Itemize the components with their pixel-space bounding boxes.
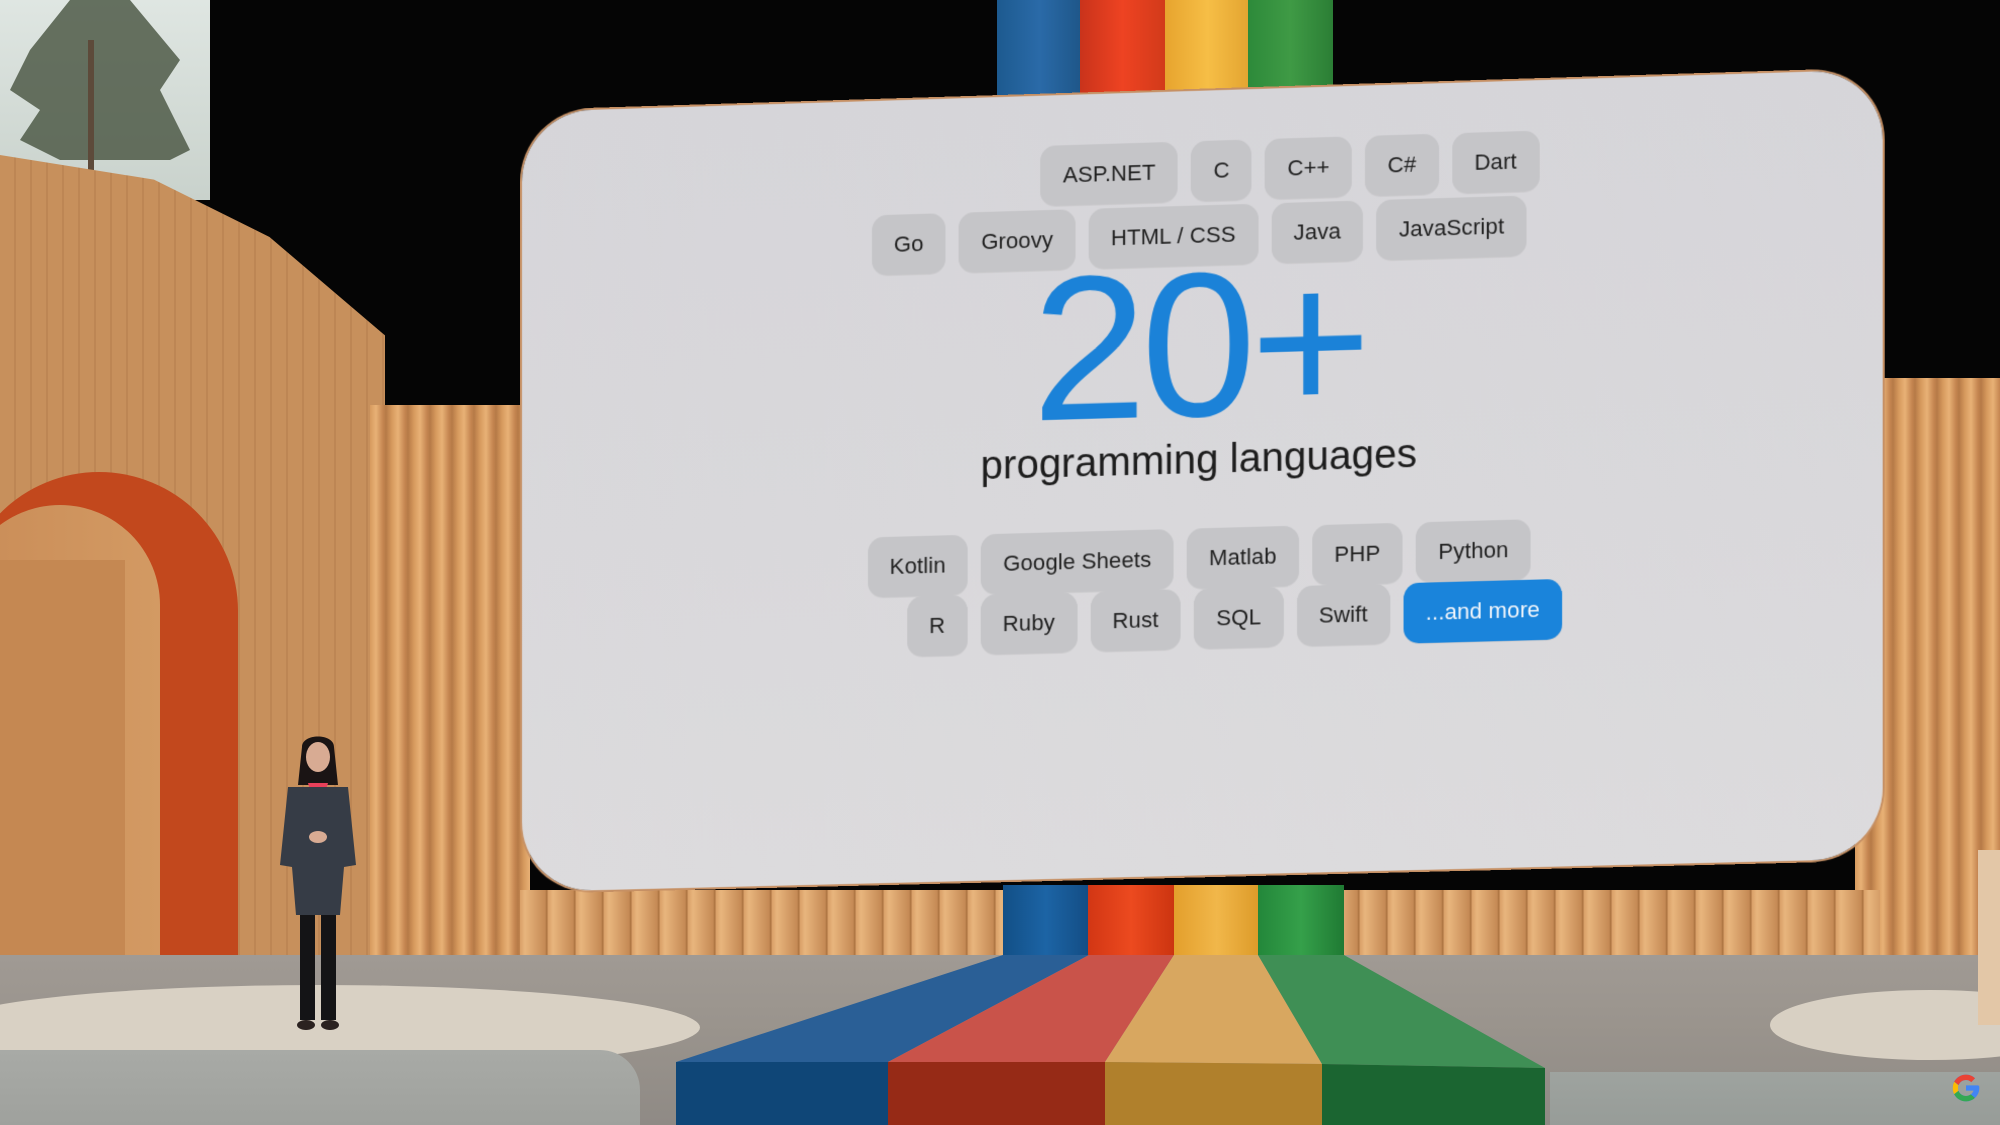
presentation-screen: ASP.NET C C++ C# Dart Go Groovy HTML / C… [522, 69, 1883, 892]
language-chip: Ruby [980, 591, 1078, 655]
language-chip: PHP [1311, 522, 1403, 586]
language-chip: Kotlin [867, 534, 968, 598]
stage-platform-left [0, 1050, 640, 1125]
language-chip: Rust [1090, 589, 1181, 652]
stage-platform-right [1550, 1072, 2000, 1125]
google-g-icon [1952, 1074, 1980, 1102]
pillar-base-red [1088, 885, 1174, 955]
language-chip: Google Sheets [980, 529, 1174, 595]
language-chip: ASP.NET [1040, 141, 1178, 207]
language-chip: Matlab [1186, 525, 1299, 590]
and-more-chip: ...and more [1403, 578, 1563, 644]
language-chip: C++ [1265, 136, 1353, 200]
presenter [280, 736, 356, 1030]
language-chip: Swift [1296, 583, 1391, 647]
wood-slat-wall-left [370, 405, 530, 965]
podium-edge [1978, 850, 2000, 1025]
language-chip: C [1191, 139, 1252, 202]
language-chip: Python [1416, 519, 1531, 583]
arch-door [0, 560, 125, 980]
language-chip: Dart [1451, 130, 1540, 194]
language-chip: R [907, 594, 968, 657]
language-chip: SQL [1194, 586, 1284, 650]
pillar-base-blue [1003, 885, 1089, 955]
pillar-base-green [1258, 885, 1344, 955]
pillar-base-yellow [1174, 885, 1260, 955]
language-chip: C# [1365, 133, 1439, 197]
